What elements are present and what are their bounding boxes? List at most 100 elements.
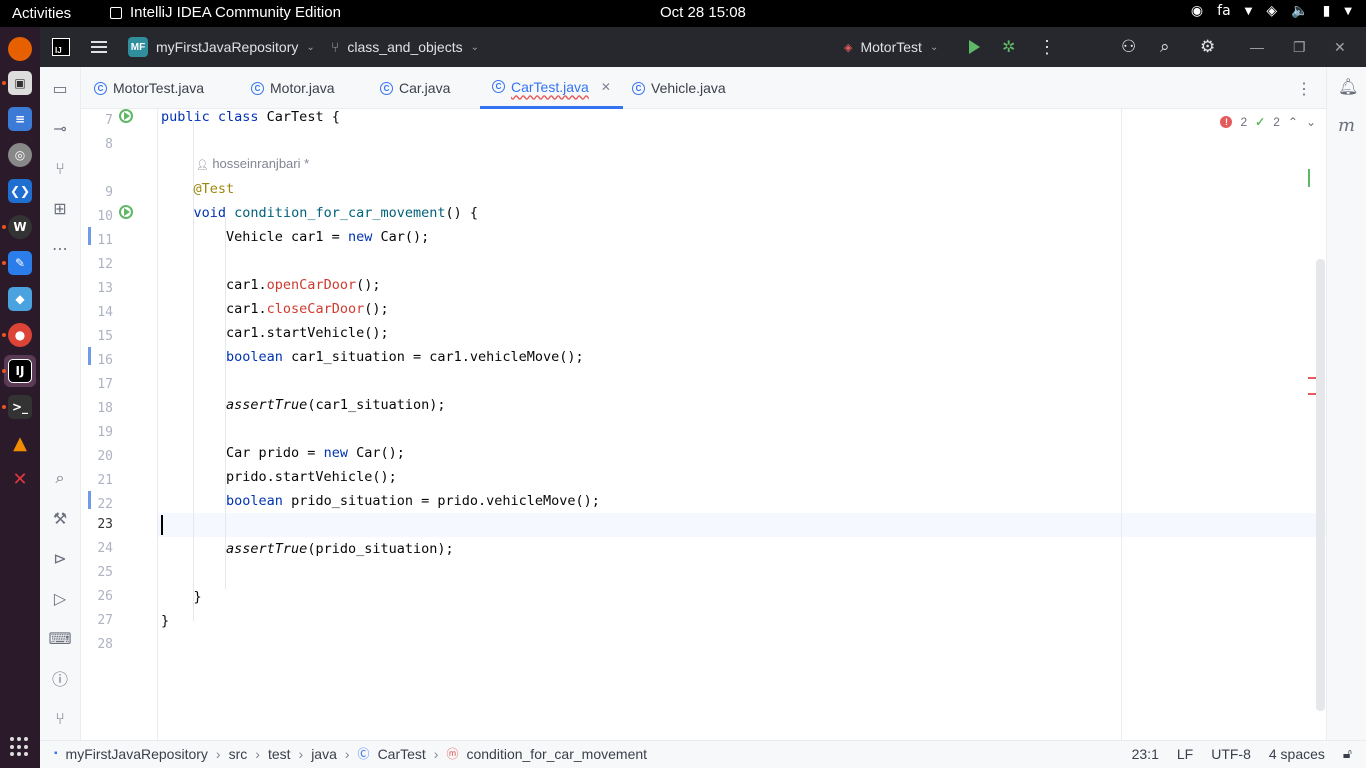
vscode-icon[interactable]: ❮❯ [8, 179, 32, 203]
maven-icon[interactable]: m [1338, 115, 1355, 136]
close-tab-icon[interactable]: ✕ [601, 80, 611, 94]
project-folder-icon[interactable]: ▭ [50, 78, 70, 98]
breadcrumb-item[interactable]: java [311, 746, 337, 762]
more-actions-button[interactable]: ⋮ [1038, 27, 1056, 67]
line-separator[interactable]: LF [1177, 746, 1193, 762]
tab-cartest[interactable]: C CarTest.java ✕ [480, 67, 623, 109]
run-config-selector[interactable]: ◈ MotorTest ⌄ [844, 27, 938, 67]
clock[interactable]: Oct 28 15:08 [660, 4, 746, 21]
inspection-widget[interactable]: ! 2 ✓ 2 ⌃ ⌄ [1220, 115, 1316, 129]
run-test-class-icon[interactable] [119, 109, 133, 123]
activities-button[interactable]: Activities [12, 5, 71, 22]
find-icon[interactable]: ⌕ [50, 468, 70, 488]
tab-motortest[interactable]: C MotorTest.java [94, 67, 204, 109]
code-area[interactable]: public class CarTest { @Test void condit… [161, 109, 1121, 740]
class-icon: C [632, 81, 645, 95]
breadcrumb-item[interactable]: test [268, 746, 291, 762]
structure-icon[interactable]: ⊞ [50, 198, 70, 218]
vcs-branch-widget[interactable]: ⑂ class_and_objects ⌄ [331, 27, 479, 67]
minimize-button[interactable]: — [1250, 27, 1264, 67]
debug-button[interactable]: ✲ [1002, 27, 1015, 67]
pull-requests-icon[interactable]: ⑂ [50, 158, 70, 178]
system-tray[interactable]: ◉ fa ▼ ◈ 🔈 ▮ ▼ [1191, 3, 1352, 19]
code-line: assertTrue(prido_situation); [226, 541, 454, 557]
chevron-up-icon[interactable]: ⌃ [1288, 115, 1298, 129]
chevron-down-icon: ⌄ [929, 41, 939, 53]
breadcrumb-item[interactable]: src [229, 746, 248, 762]
disks-icon[interactable]: ◎ [8, 143, 32, 167]
volume-icon[interactable]: 🔈 [1291, 3, 1308, 19]
vcs-change-marker[interactable] [88, 227, 91, 245]
run-button[interactable] [969, 27, 980, 67]
more-tools-icon[interactable]: ⋯ [50, 238, 70, 258]
show-applications-icon[interactable] [10, 737, 30, 757]
line-number: 26 [97, 589, 113, 604]
notifications-icon[interactable]: 🔔︎ [1338, 77, 1358, 96]
firefox-icon[interactable] [8, 37, 32, 61]
files-icon[interactable]: ▣ [8, 71, 32, 95]
vcs-change-marker[interactable] [88, 491, 91, 509]
code-line: assertTrue(car1_situation); [226, 397, 446, 413]
tab-car[interactable]: C Car.java [380, 67, 450, 109]
run-tool-icon[interactable]: ▷ [50, 588, 70, 608]
terminal-icon[interactable]: >_ [8, 395, 32, 419]
vcs-change-marker[interactable] [88, 347, 91, 365]
vertical-scrollbar[interactable] [1316, 259, 1325, 711]
line-number: 12 [97, 257, 113, 272]
virtualbox-icon[interactable]: ◆ [8, 287, 32, 311]
line-number: 8 [105, 137, 113, 152]
app-menu[interactable]: IntelliJ IDEA Community Edition ▼ [110, 4, 341, 430]
problems-icon[interactable]: ⓘ [50, 668, 70, 689]
terminal-tool-icon[interactable]: ⌨ [48, 628, 71, 648]
chevron-down-icon[interactable]: ⌄ [1306, 115, 1316, 129]
accessibility-icon[interactable]: ◉ [1191, 3, 1203, 19]
main-menu-button[interactable] [91, 27, 107, 67]
search-everywhere-button[interactable]: ⌕ [1160, 27, 1170, 67]
services-icon[interactable]: ⊳ [50, 548, 70, 568]
keyboard-layout[interactable]: fa [1217, 3, 1231, 19]
line-number: 9 [105, 185, 113, 200]
battery-icon[interactable]: ▮ [1323, 3, 1331, 19]
tab-options-icon[interactable]: ⋮ [1296, 79, 1312, 99]
chrome-icon[interactable]: ● [8, 323, 32, 347]
ide-main-toolbar: IJ MF myFirstJavaRepository ⌄ ⑂ class_an… [40, 27, 1366, 67]
wifi-icon[interactable]: ◈ [1266, 3, 1277, 19]
breadcrumb-item[interactable]: myFirstJavaRepository [66, 746, 208, 762]
breadcrumb-item[interactable]: condition_for_car_movement [466, 746, 647, 762]
file-encoding[interactable]: UTF-8 [1211, 746, 1251, 762]
intellij-dock-icon[interactable]: IJ [8, 359, 32, 383]
line-number: 15 [97, 329, 113, 344]
settings-button[interactable]: ⚙ [1200, 27, 1215, 67]
close-window-button[interactable]: ✕ [1334, 27, 1346, 67]
document-viewer-icon[interactable]: ≡ [8, 107, 32, 131]
indent-setting[interactable]: 4 spaces [1269, 746, 1325, 762]
tab-motor[interactable]: C Motor.java [251, 67, 335, 109]
editor-gutter[interactable]: 7 8 9 10 11 12 13 14 15 16 17 18 19 20 2… [81, 109, 158, 740]
wordpress-icon[interactable]: W [8, 215, 32, 239]
tab-vehicle[interactable]: C Vehicle.java [632, 67, 726, 109]
class-icon: Ⓒ [357, 747, 370, 761]
line-number: 25 [97, 565, 113, 580]
breadcrumb-separator: › [255, 745, 260, 762]
read-only-toggle-icon[interactable]: 🔓︎ [1343, 745, 1352, 762]
warning-count: 2 [1273, 115, 1280, 129]
commit-icon[interactable]: ⊸ [50, 118, 70, 138]
code-line: } [161, 589, 202, 605]
breadcrumb-item[interactable]: CarTest [378, 746, 426, 762]
project-widget[interactable]: MF myFirstJavaRepository ⌄ [128, 27, 315, 67]
running-indicator [2, 261, 6, 265]
code-with-me-button[interactable]: ⚇ [1121, 27, 1136, 67]
app-menu-label: IntelliJ IDEA Community Edition [130, 4, 341, 21]
xampp-icon[interactable]: ✕ [8, 467, 32, 491]
vlc-icon[interactable]: ▲ [8, 431, 32, 455]
text-editor-icon[interactable]: ✎ [8, 251, 32, 275]
code-line: @Test [193, 181, 235, 197]
caret-position[interactable]: 23:1 [1132, 746, 1159, 762]
git-icon[interactable]: ⑂ [50, 708, 70, 728]
code-editor[interactable]: 7 8 9 10 11 12 13 14 15 16 17 18 19 20 2… [81, 109, 1326, 740]
maximize-button[interactable]: ❐ [1293, 27, 1306, 67]
project-name: myFirstJavaRepository [156, 39, 299, 55]
build-icon[interactable]: ⚒ [50, 508, 70, 528]
line-number: 14 [97, 305, 113, 320]
run-test-method-icon[interactable] [119, 205, 133, 219]
